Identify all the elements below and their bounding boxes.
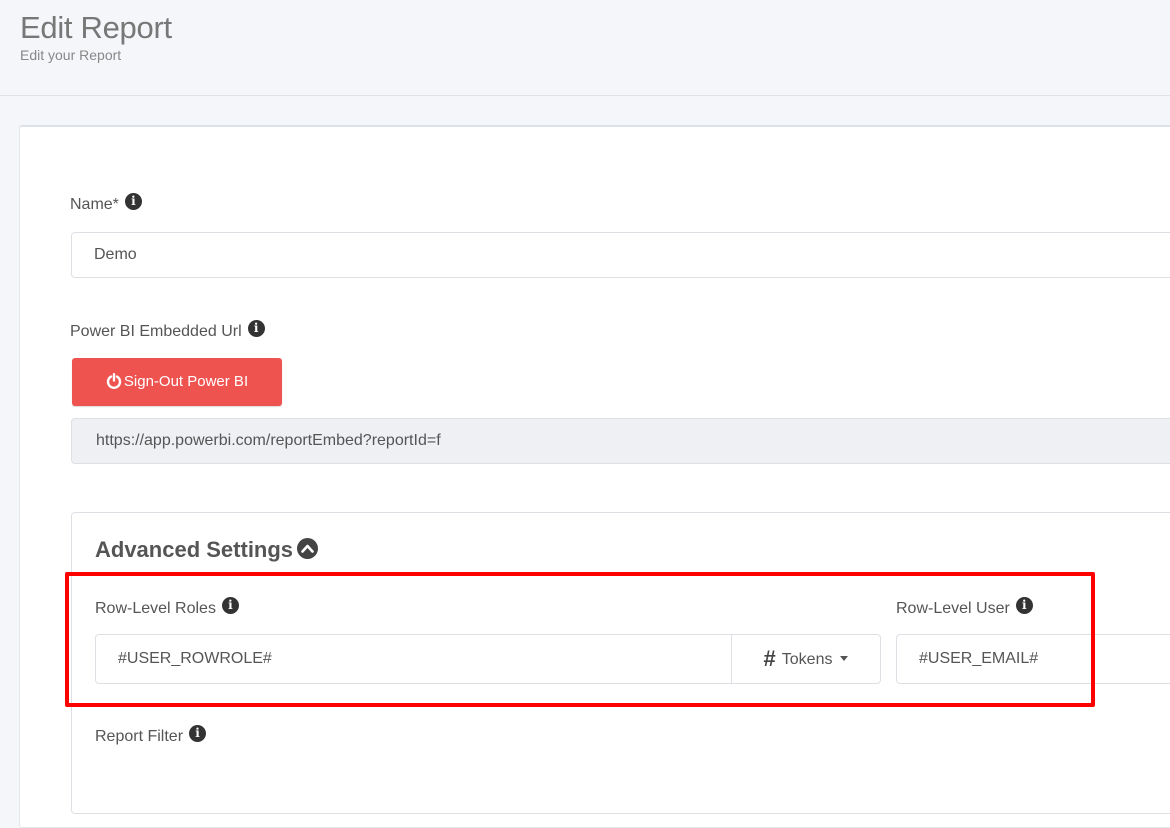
- info-icon[interactable]: i: [1015, 597, 1033, 614]
- caret-down-icon: [840, 656, 849, 661]
- info-icon[interactable]: i: [221, 597, 239, 614]
- url-label: Power BI Embedded Url i: [70, 320, 265, 341]
- advanced-settings-title: Advanced Settings: [95, 537, 294, 562]
- info-icon[interactable]: i: [247, 320, 265, 337]
- info-icon[interactable]: i: [189, 725, 207, 742]
- row-level-user-input[interactable]: #USER_EMAIL#: [896, 634, 1170, 684]
- advanced-settings-header[interactable]: Advanced Settings: [95, 537, 319, 563]
- row-level-roles-label: Row-Level Roles i: [95, 597, 239, 618]
- info-icon[interactable]: i: [124, 193, 142, 210]
- sign-out-power-bi-button[interactable]: Sign-Out Power BI: [72, 358, 282, 406]
- page-title: Edit Report: [20, 10, 172, 45]
- chevron-up-icon[interactable]: [297, 538, 319, 559]
- page-header: Edit Report Edit your Report: [0, 0, 1170, 96]
- url-label-text: Power BI Embedded Url: [70, 323, 242, 340]
- sign-out-label: Sign-Out Power BI: [123, 373, 249, 390]
- name-input[interactable]: Demo: [71, 232, 1170, 278]
- name-label: Name* i: [70, 193, 142, 214]
- tokens-label: Tokens: [781, 651, 833, 668]
- embedded-url-input[interactable]: https://app.powerbi.com/reportEmbed?repo…: [71, 418, 1170, 464]
- hash-icon: #: [763, 646, 776, 671]
- page-subtitle: Edit your Report: [20, 47, 122, 63]
- power-icon: [106, 373, 122, 389]
- report-filter-label: Report Filter i: [95, 725, 207, 746]
- report-filter-text: Report Filter: [95, 728, 184, 745]
- row-level-roles-text: Row-Level Roles: [95, 600, 216, 617]
- row-level-user-label: Row-Level User i: [896, 597, 1033, 618]
- row-level-user-text: Row-Level User: [896, 600, 1010, 617]
- tokens-dropdown-button[interactable]: # Tokens: [731, 634, 881, 684]
- name-label-text: Name*: [70, 196, 119, 213]
- row-level-roles-input[interactable]: #USER_ROWROLE#: [95, 634, 732, 684]
